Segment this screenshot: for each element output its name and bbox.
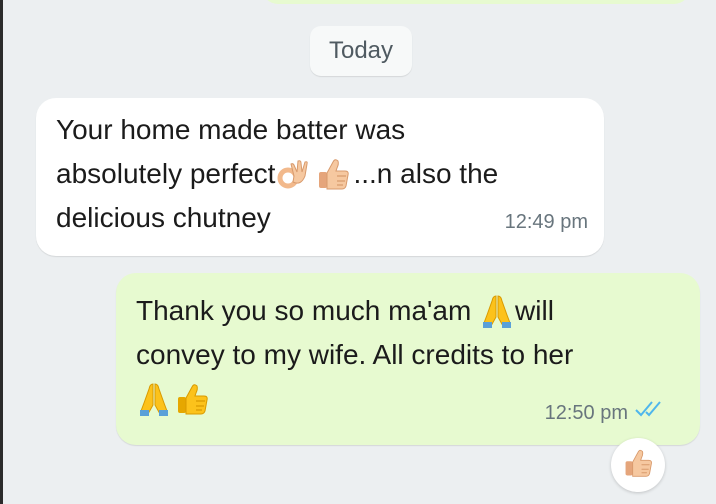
date-divider-label: Today	[328, 37, 394, 64]
window-left-edge	[0, 0, 3, 504]
message-timestamp: 12:49 pm	[504, 211, 588, 233]
previous-message-bubble[interactable]	[262, 0, 690, 4]
chat-screen: { "date_divider": { "label": "Today" }, …	[0, 0, 716, 504]
thumbs-up-icon	[315, 156, 351, 205]
message-line: Thank you so much ma'am will	[136, 289, 684, 333]
thumbs-up-icon	[622, 447, 654, 484]
date-divider: Today	[310, 26, 412, 76]
message-line-tail: ...n also the	[353, 158, 499, 189]
message-line: Your home made batter was	[56, 114, 406, 145]
double-check-read-icon	[634, 387, 666, 431]
message-line-tail: will	[515, 295, 554, 326]
message-line-text: absolutely perfect	[56, 158, 276, 189]
thumbs-up-icon	[174, 381, 210, 430]
incoming-message-bubble[interactable]: Your home made batter was absolutely per…	[36, 98, 604, 256]
ok-hand-icon	[277, 158, 311, 205]
message-line: convey to my wife. All credits to her	[136, 339, 574, 370]
folded-hands-icon	[138, 381, 170, 430]
message-line-text: Thank you so much ma'am	[136, 295, 472, 326]
message-line: absolutely perfect ...n also the	[56, 152, 588, 196]
message-timestamp: 12:50 pm	[544, 402, 628, 424]
message-reaction[interactable]	[611, 438, 665, 492]
outgoing-message-bubble[interactable]: Thank you so much ma'am will convey to m…	[116, 273, 700, 445]
